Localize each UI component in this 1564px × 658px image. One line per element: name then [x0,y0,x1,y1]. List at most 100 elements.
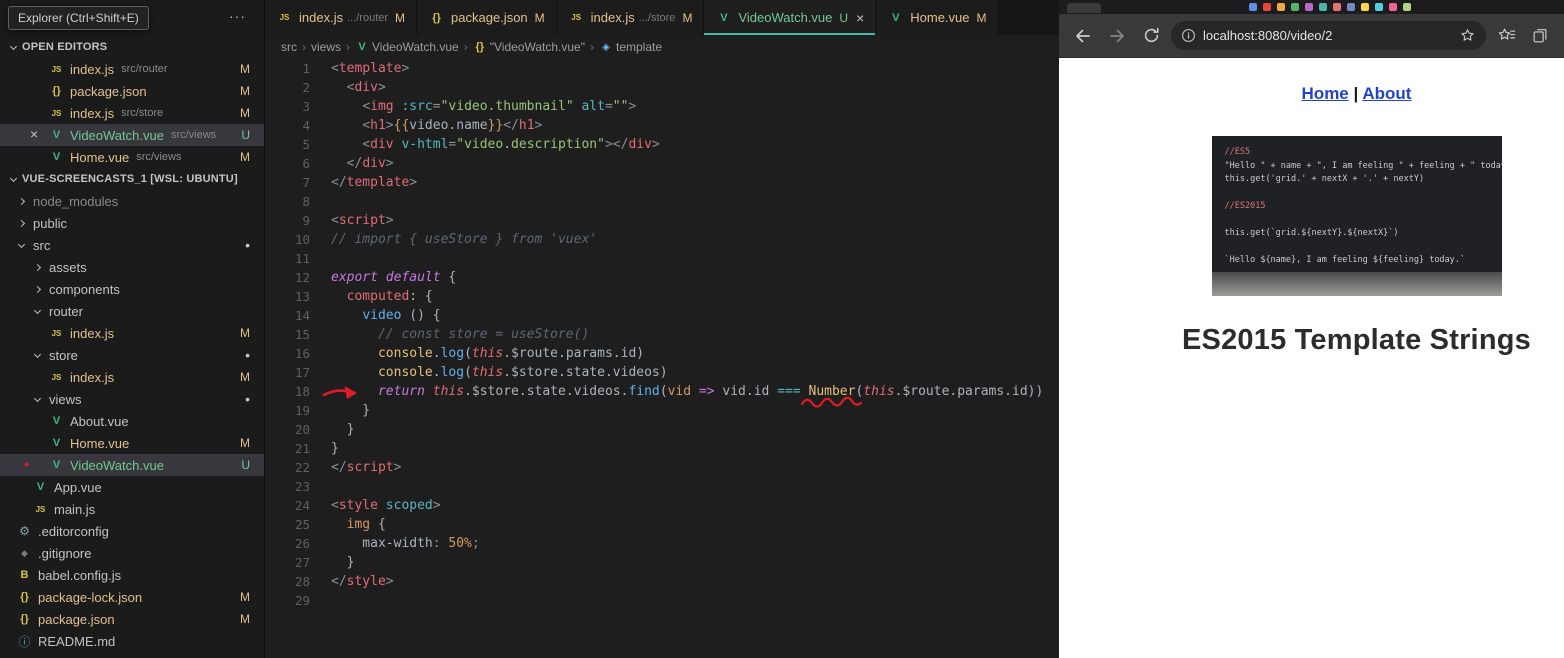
chevron-right-icon [33,263,42,271]
editor-tab-index-js[interactable]: JS index.js .../router M [265,0,418,35]
code-line[interactable]: 11 [265,249,1059,268]
pinned-tab-favicon[interactable] [1389,3,1397,11]
browser-toolbar: localhost:8080/video/2 [1059,14,1564,58]
more-actions-icon[interactable]: ··· [229,8,246,24]
tree-folder-components[interactable]: components [0,278,264,300]
code-line[interactable]: 10 // import { useStore } from 'vuex' [265,230,1059,249]
editor-tab-index-js[interactable]: JS index.js .../store M [556,0,705,35]
tree-file-index-js[interactable]: JS index.js M [0,322,264,344]
code-line[interactable]: 27 } [265,553,1059,572]
code-line[interactable]: 1 <template> [265,59,1059,78]
pinned-tab-favicon[interactable] [1361,3,1369,11]
code-editor[interactable]: 1 <template> 2 <div> 3 <img :src="video.thu… [265,59,1059,658]
code-line[interactable]: 20 } [265,420,1059,439]
code-line[interactable]: 3 <img :src="video.thumbnail" alt=""> [265,97,1059,116]
tree-file-package-lock-json[interactable]: {} package-lock.json M [0,586,264,608]
pinned-tab-favicon[interactable] [1347,3,1355,11]
close-icon[interactable]: × [856,10,864,26]
code-line[interactable]: 21} [265,439,1059,458]
home-link[interactable]: Home [1302,84,1349,103]
tree-file-babel-config-js[interactable]: Bbabel.config.js [0,564,264,586]
about-link[interactable]: About [1362,84,1411,103]
breadcrumb-item-videowatch-vue[interactable]: {} "VideoWatch.vue" [473,39,585,55]
browser-essentials-button[interactable] [1526,22,1554,50]
file-path: src/store [121,107,164,119]
close-icon[interactable]: × [30,126,38,142]
code-line[interactable]: 15 // const store = useStore() [265,325,1059,344]
pinned-tab-favicon[interactable] [1305,3,1313,11]
tree-file-app-vue[interactable]: V App.vue [0,476,264,498]
code-line[interactable]: 28 </style> [265,572,1059,591]
code-line[interactable]: 16 console.log(this.$route.params.id) [265,344,1059,363]
forward-button[interactable] [1103,22,1131,50]
line-text: </script> [331,460,402,475]
pinned-tab-favicon[interactable] [1263,3,1271,11]
open-editor-item-index-js[interactable]: JS index.js src/router M [0,58,264,80]
pinned-tab-favicon[interactable] [1375,3,1383,11]
tree-file-readme-md[interactable]: ⓘ README.md [0,630,264,652]
tree-file-index-js[interactable]: JS index.js M [0,366,264,388]
code-line[interactable]: 9 <script> [265,211,1059,230]
tree-file-editorconfig[interactable]: ⚙ .editorconfig [0,520,264,542]
tree-folder-views[interactable]: views • [0,388,264,410]
open-editor-item-home-vue[interactable]: V Home.vue src/views M [0,146,264,168]
pinned-tab-favicon[interactable] [1249,3,1257,11]
code-line[interactable]: 23 [265,477,1059,496]
pinned-tab-favicon[interactable] [1277,3,1285,11]
code-line[interactable]: 19 } [265,401,1059,420]
code-line[interactable]: 25 img { [265,515,1059,534]
breadcrumb-item-src[interactable]: src [281,40,297,54]
site-info-icon[interactable] [1181,28,1196,43]
editor-tab-package-json[interactable]: {} package.json M [417,0,557,35]
code-line[interactable]: 5 <div v-html="video.description"></div> [265,135,1059,154]
code-line[interactable]: 7 </template> [265,173,1059,192]
code-line[interactable]: 2 <div> [265,78,1059,97]
tree-folder-store[interactable]: store • [0,344,264,366]
tree-folder-node-modules[interactable]: node_modules [0,190,264,212]
breadcrumb-item-template[interactable]: ◈ template [599,39,662,55]
breadcrumb-item-videowatch-vue[interactable]: V VideoWatch.vue [355,39,458,55]
pinned-tab-favicon[interactable] [1319,3,1327,11]
favorites-button[interactable] [1492,22,1520,50]
tree-file-main-js[interactable]: JS main.js [0,498,264,520]
code-line[interactable]: 22 </script> [265,458,1059,477]
editor-tab-videowatch-vue[interactable]: V VideoWatch.vue U × [704,0,877,35]
code-line[interactable]: 12 export default { [265,268,1059,287]
open-editor-item-index-js[interactable]: JS index.js src/store M [0,102,264,124]
open-editor-item-videowatch-vue[interactable]: × V VideoWatch.vue src/views U [0,124,264,146]
code-line[interactable]: 8 [265,192,1059,211]
open-editor-item-package-json[interactable]: {} package.json M [0,80,264,102]
tree-file-about-vue[interactable]: V About.vue [0,410,264,432]
breadcrumb: src › views › V VideoWatch.vue › {} "VideoWatch.… [265,35,1059,59]
code-line[interactable]: 17 console.log(this.$store.state.videos) [265,363,1059,382]
code-line[interactable]: 4 <h1>{{video.name}}</h1> [265,116,1059,135]
tree-folder-public[interactable]: public [0,212,264,234]
breadcrumb-item-views[interactable]: views [311,40,341,54]
pinned-tab-favicon[interactable] [1403,3,1411,11]
tree-file-home-vue[interactable]: V Home.vue M [0,432,264,454]
editor-tab-home-vue[interactable]: V Home.vue M [876,0,999,35]
add-favorite-icon[interactable] [1459,27,1476,44]
open-editors-header[interactable]: OPEN EDITORS [0,36,264,58]
tree-folder-router[interactable]: router [0,300,264,322]
code-line[interactable]: 29 [265,591,1059,610]
tree-file-videowatch-vue[interactable]: ● V VideoWatch.vue U [0,454,264,476]
tree-file-package-json[interactable]: {} package.json M [0,608,264,630]
pinned-tab-favicon[interactable] [1333,3,1341,11]
tree-folder-assets[interactable]: assets [0,256,264,278]
browser-tab[interactable] [1067,3,1101,13]
code-line[interactable]: 26 max-width: 50%; [265,534,1059,553]
address-bar[interactable]: localhost:8080/video/2 [1171,21,1486,50]
favorites-star-icon [1498,28,1515,40]
code-line[interactable]: 24 <style scoped> [265,496,1059,515]
tree-folder-src[interactable]: src • [0,234,264,256]
code-line[interactable]: 18 return this.$store.state.videos.find(… [265,382,1059,401]
reload-button[interactable] [1137,22,1165,50]
pinned-tab-favicon[interactable] [1291,3,1299,11]
workspace-header[interactable]: VUE-SCREENCASTS_1 [WSL: UBUNTU] [0,168,264,190]
tree-file-gitignore[interactable]: ◆ .gitignore [0,542,264,564]
code-line[interactable]: 6 </div> [265,154,1059,173]
back-button[interactable] [1069,22,1097,50]
code-line[interactable]: 14 video () { [265,306,1059,325]
code-line[interactable]: 13 computed: { [265,287,1059,306]
